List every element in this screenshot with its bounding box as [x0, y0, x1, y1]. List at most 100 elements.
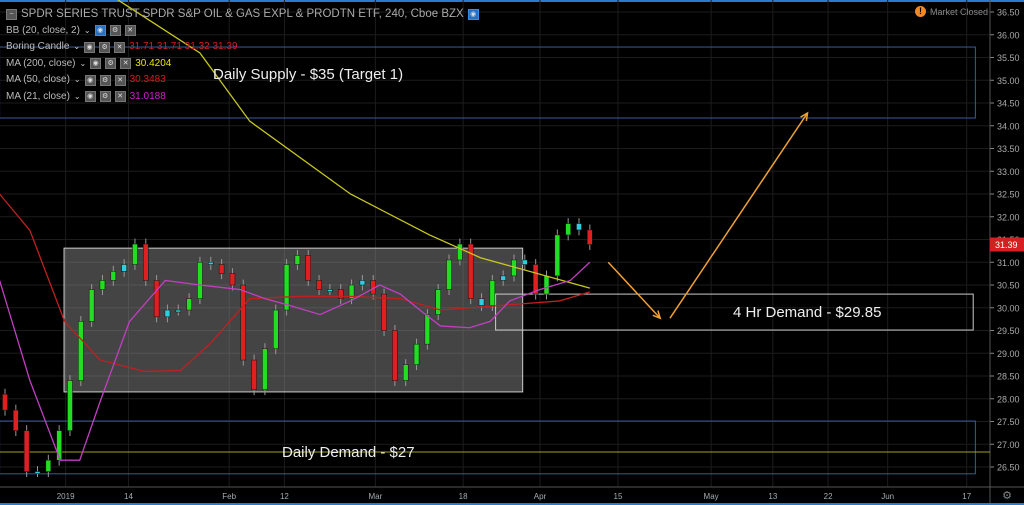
- y-tick-label: 29.00: [997, 349, 1020, 359]
- warning-icon[interactable]: !: [914, 6, 926, 17]
- candle-body: [294, 255, 301, 265]
- indicator-row[interactable]: BB (20, close, 2) ⌄ ◉ ⚙ ✕: [6, 23, 479, 40]
- y-tick-label: 33.00: [997, 167, 1020, 177]
- eye-icon[interactable]: ◉: [467, 8, 479, 20]
- eye-icon[interactable]: ◉: [84, 41, 96, 53]
- x-tick-label: Mar: [368, 492, 382, 501]
- y-tick-label: 35.50: [997, 53, 1020, 63]
- symbol-row: − SPDR SERIES TRUST SPDR S&P OIL & GAS E…: [6, 6, 479, 23]
- collapse-icon[interactable]: −: [6, 8, 17, 20]
- candle-body: [273, 309, 279, 349]
- candle-body: [522, 259, 528, 265]
- chevron-down-icon[interactable]: ⌄: [79, 56, 86, 73]
- candle-body: [413, 343, 420, 365]
- candle-body: [489, 280, 496, 306]
- candle-body: [208, 262, 214, 265]
- indicator-name[interactable]: MA (50, close): [6, 72, 70, 89]
- candle-body: [337, 289, 344, 299]
- indicator-name[interactable]: BB (20, close, 2): [6, 23, 80, 40]
- candle-body: [2, 393, 8, 411]
- eye-icon[interactable]: ◉: [84, 74, 96, 86]
- indicator-name[interactable]: Boring Candle: [6, 39, 69, 56]
- candle-body: [532, 264, 539, 295]
- candle-body: [359, 280, 366, 286]
- y-tick-label: 34.50: [997, 99, 1020, 109]
- close-icon[interactable]: ✕: [124, 25, 136, 37]
- chevron-down-icon[interactable]: ⌄: [74, 89, 81, 106]
- candle-body: [392, 330, 398, 381]
- candle: [446, 254, 452, 296]
- y-tick-label: 36.00: [997, 30, 1020, 40]
- gear-icon[interactable]: ⚙: [109, 25, 121, 37]
- indicator-row[interactable]: Boring Candle ⌄ ◉ ⚙ ✕ 31.71 31.71 31.32 31.…: [6, 39, 479, 56]
- eye-icon[interactable]: ◉: [84, 91, 96, 103]
- close-icon[interactable]: ✕: [114, 74, 126, 86]
- y-tick-label: 28.50: [997, 372, 1020, 382]
- candle-body: [262, 348, 268, 390]
- candle-body: [186, 298, 192, 311]
- candle-body: [327, 289, 333, 292]
- gear-icon[interactable]: ⚙: [105, 58, 117, 70]
- candle-body: [121, 264, 127, 272]
- eye-icon[interactable]: ◉: [94, 25, 106, 37]
- candle-body: [500, 275, 506, 281]
- indicator-name[interactable]: MA (21, close): [6, 89, 70, 106]
- candle-body: [218, 264, 225, 274]
- candle: [23, 425, 30, 478]
- candle-body: [543, 275, 550, 295]
- gear-icon[interactable]: ⚙: [99, 41, 111, 53]
- y-tick-label: 34.00: [997, 121, 1020, 131]
- symbol-title[interactable]: SPDR SERIES TRUST SPDR S&P OIL & GAS EXP…: [21, 6, 464, 23]
- candle: [554, 229, 561, 282]
- eye-icon[interactable]: ◉: [90, 58, 102, 70]
- market-status: ! Market Closed: [914, 6, 988, 17]
- candle-body: [565, 223, 571, 236]
- candle-body: [229, 273, 236, 286]
- settings-gear-icon[interactable]: ⚙: [1002, 490, 1012, 502]
- candle-body: [402, 364, 409, 381]
- supply-label: Daily Supply - $35 (Target 1): [213, 66, 404, 83]
- candle-body: [197, 262, 203, 299]
- candle-body: [175, 309, 182, 313]
- candle-body: [316, 280, 322, 290]
- candle: [392, 325, 398, 387]
- candle: [153, 274, 160, 323]
- candle-body: [13, 409, 19, 431]
- y-tick-label: 31.00: [997, 258, 1020, 268]
- indicator-name[interactable]: MA (200, close): [6, 56, 75, 73]
- candle: [143, 238, 149, 286]
- candle-body: [305, 255, 311, 281]
- candle: [273, 304, 279, 355]
- chevron-down-icon[interactable]: ⌄: [74, 72, 81, 89]
- chevron-down-icon[interactable]: ⌄: [84, 23, 91, 40]
- x-tick-label: 12: [280, 492, 289, 501]
- candle-body: [381, 293, 387, 331]
- x-tick-label: Feb: [222, 492, 236, 501]
- indicator-value: 30.4204: [135, 57, 172, 69]
- x-tick-label: 18: [459, 492, 468, 501]
- candle-body: [587, 229, 593, 245]
- candle-body: [110, 271, 117, 281]
- gear-icon[interactable]: ⚙: [99, 74, 111, 86]
- close-icon[interactable]: ✕: [114, 41, 126, 53]
- candle-body: [240, 284, 247, 361]
- y-tick-label: 28.00: [997, 394, 1020, 404]
- x-tick-label: 22: [824, 492, 833, 501]
- demand-4hr-label: 4 Hr Demand - $29.85: [733, 304, 882, 321]
- indicator-row[interactable]: MA (21, close) ⌄ ◉ ⚙ ✕ 31.0188: [6, 89, 479, 106]
- gear-icon[interactable]: ⚙: [99, 91, 111, 103]
- close-icon[interactable]: ✕: [114, 91, 126, 103]
- chevron-down-icon[interactable]: ⌄: [73, 39, 80, 56]
- y-tick-label: 26.50: [997, 463, 1020, 473]
- candle-body: [164, 309, 171, 318]
- candle: [305, 249, 311, 286]
- close-icon[interactable]: ✕: [120, 58, 132, 70]
- candle-body: [251, 359, 257, 390]
- candle-body: [435, 289, 441, 315]
- candle: [283, 259, 290, 316]
- y-tick-label: 30.50: [997, 281, 1020, 291]
- y-tick-label: 35.00: [997, 76, 1020, 86]
- consolidation-box-zone: [63, 247, 524, 393]
- x-tick-label: 17: [962, 492, 971, 501]
- candle: [78, 315, 84, 387]
